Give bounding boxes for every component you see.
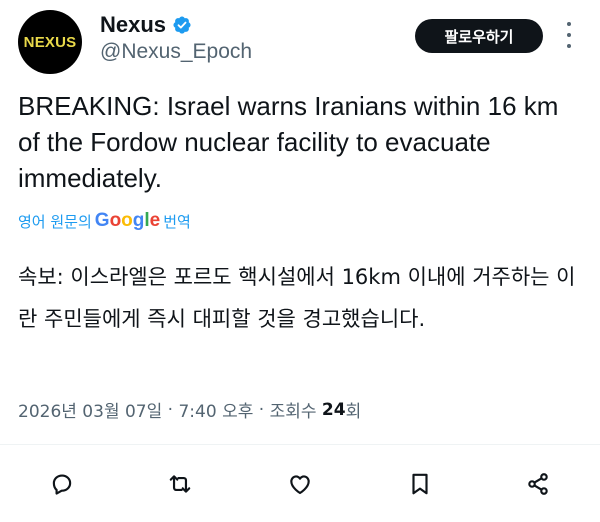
divider — [0, 444, 600, 445]
reply-icon[interactable] — [46, 468, 78, 500]
tweet-meta: 2026년 03월 07일 · 7:40 오후 · 조회수 24 회 — [18, 397, 362, 423]
translate-suffix: 번역 — [163, 212, 191, 231]
views-count: 24 — [321, 399, 346, 420]
avatar-logo-text: NEXUS — [23, 33, 77, 51]
meta-separator: · — [258, 399, 265, 420]
views-label: 조회수 — [269, 402, 317, 422]
meta-separator: · — [167, 399, 174, 420]
avatar[interactable]: NEXUS — [18, 10, 82, 74]
verified-badge-icon — [173, 16, 191, 34]
retweet-icon[interactable] — [164, 468, 196, 500]
follow-button[interactable]: 팔로우하기 — [415, 19, 543, 53]
author-name-row: Nexus — [100, 12, 192, 38]
author-handle[interactable]: @Nexus_Epoch — [100, 40, 252, 64]
action-bar — [0, 462, 600, 506]
like-icon[interactable] — [284, 468, 316, 500]
bookmark-icon[interactable] — [404, 468, 436, 500]
views-unit: 회 — [345, 402, 362, 422]
google-logo: Google — [94, 210, 161, 231]
translate-link[interactable]: 영어 원문의 Google 번역 — [18, 210, 191, 232]
more-options-icon[interactable] — [561, 22, 577, 48]
translate-prefix: 영어 원문의 — [18, 212, 92, 231]
tweet-text: BREAKING: Israel warns Iranians within 1… — [18, 91, 559, 193]
tweet-time[interactable]: 7:40 오후 — [178, 397, 253, 422]
tweet-date[interactable]: 2026년 03월 07일 — [18, 397, 162, 422]
author-name[interactable]: Nexus — [100, 12, 166, 38]
share-icon[interactable] — [522, 468, 554, 500]
translated-text: 속보: 이스라엘은 포르도 핵시설에서 16km 이내에 거주하는 이란 주민들… — [18, 265, 576, 331]
